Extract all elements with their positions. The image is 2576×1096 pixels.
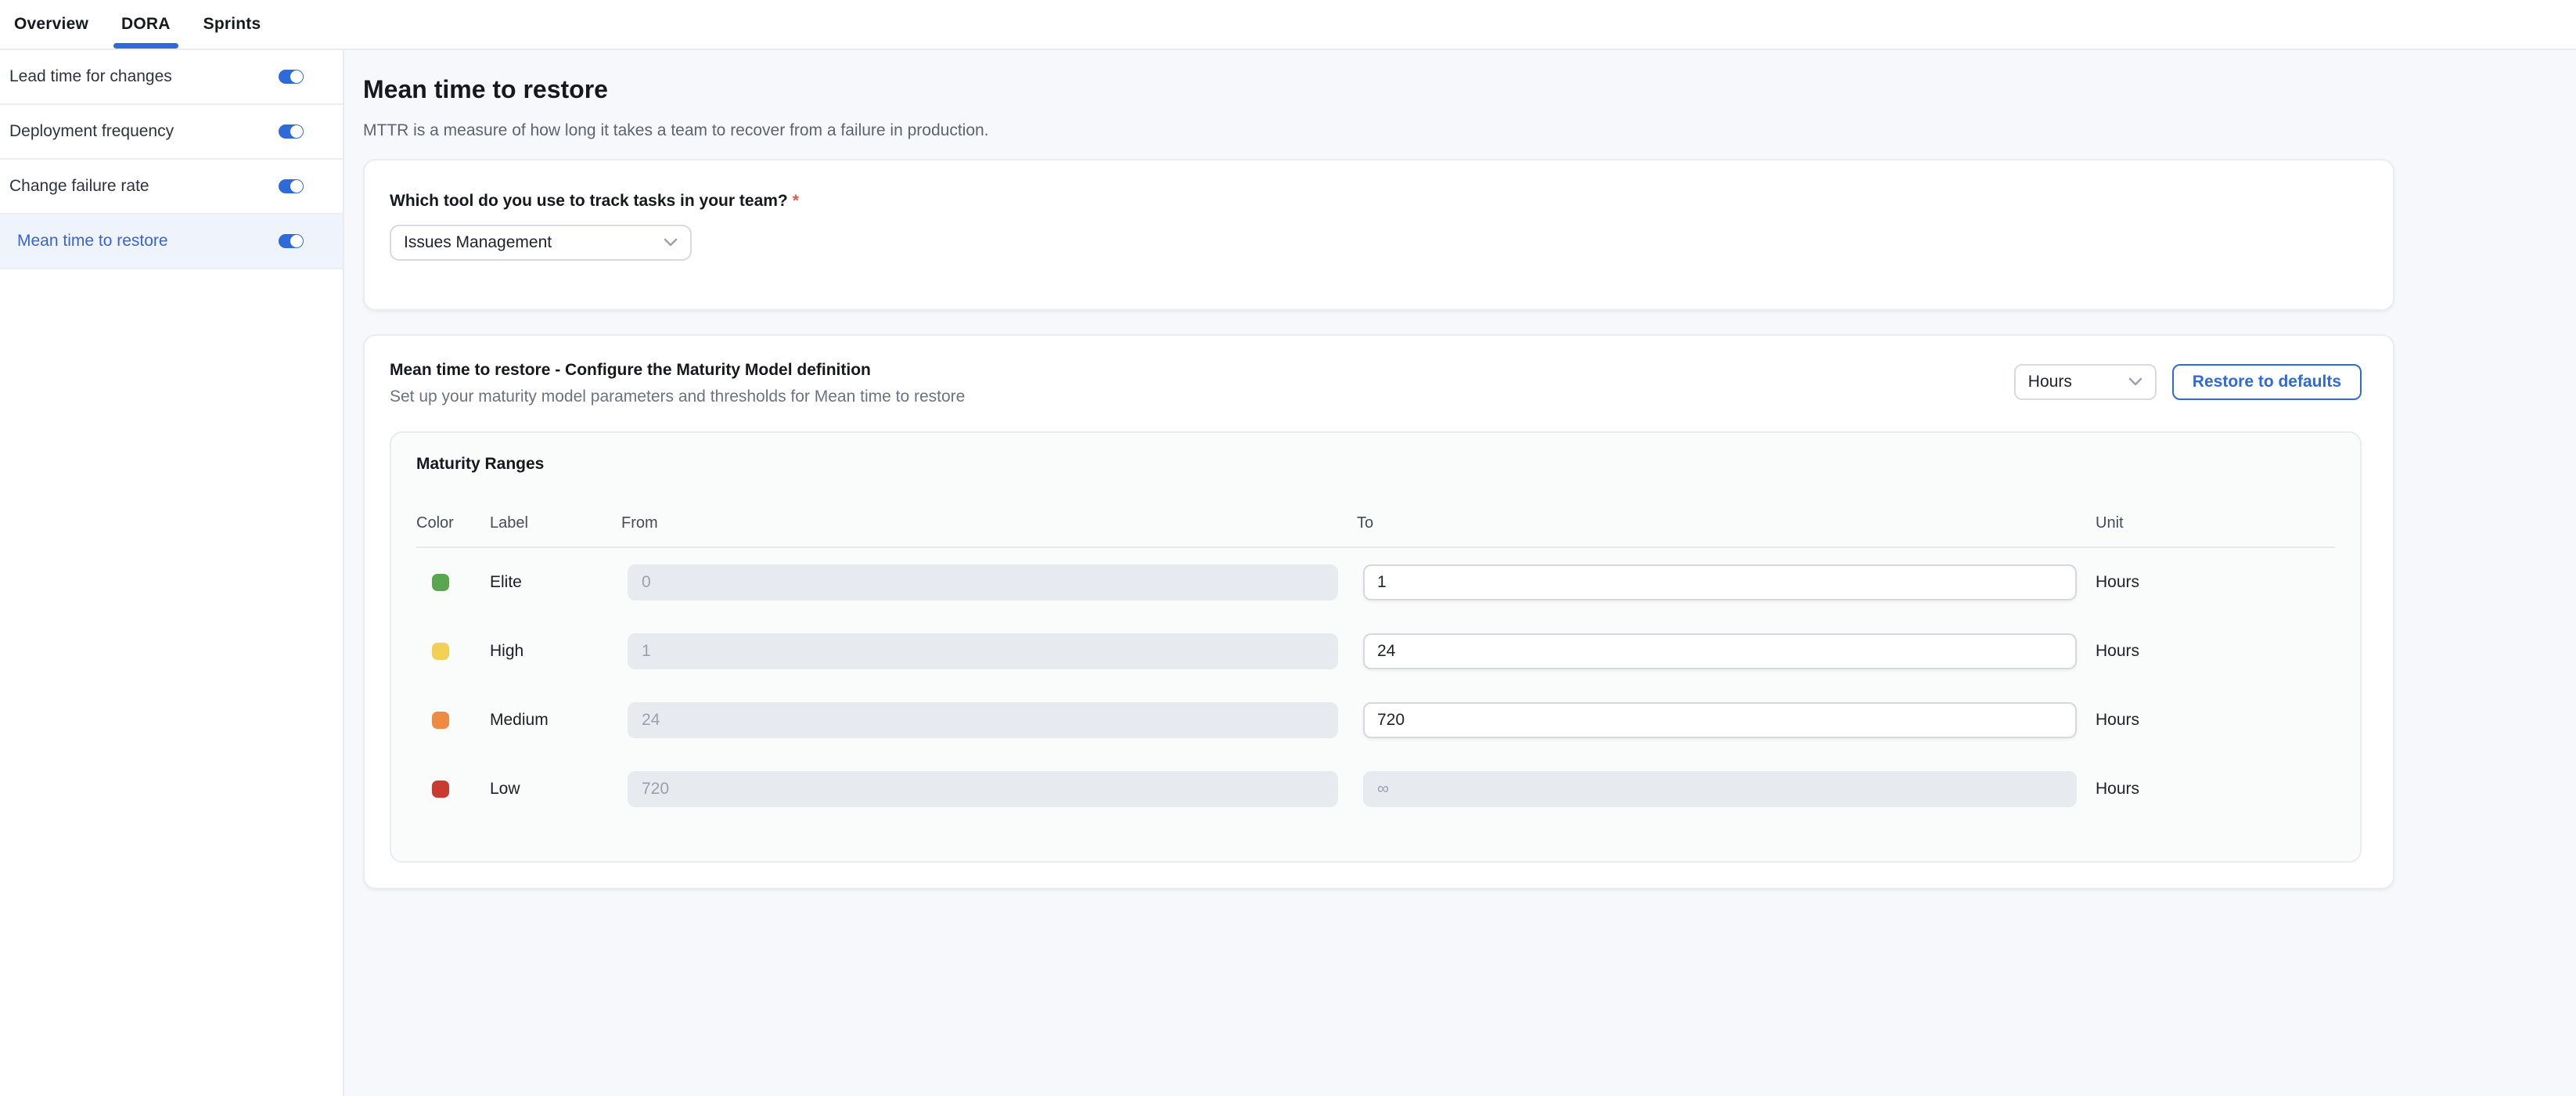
deployment-frequency-toggle[interactable] [279, 124, 304, 139]
required-asterisk: * [793, 192, 799, 210]
col-header-color: Color [416, 514, 490, 532]
unit-select-value: Hours [2028, 373, 2072, 391]
tool-select-value: Issues Management [404, 233, 552, 252]
tool-selection-card: Which tool do you use to track tasks in … [363, 159, 2394, 311]
tab-overview[interactable]: Overview [14, 0, 88, 49]
maturity-card-subtitle: Set up your maturity model parameters an… [390, 388, 965, 406]
low-from-input [628, 771, 1338, 807]
sidebar-item-lead-time-for-changes[interactable]: Lead time for changes [0, 50, 343, 105]
sidebar-item-label: Mean time to restore [17, 232, 168, 251]
chevron-down-icon [664, 238, 678, 247]
tab-dora[interactable]: DORA [121, 0, 171, 49]
range-label: High [490, 642, 621, 661]
maturity-ranges-title: Maturity Ranges [416, 455, 2335, 474]
range-label: Low [490, 780, 621, 799]
page-title: Mean time to restore [363, 75, 2576, 104]
unit-label: Hours [2096, 780, 2335, 799]
sidebar-item-label: Lead time for changes [9, 67, 172, 86]
medium-color-swatch [432, 712, 449, 729]
col-header-to: To [1357, 514, 2096, 532]
high-color-swatch [432, 643, 449, 660]
unit-label: Hours [2096, 573, 2335, 592]
elite-from-input [628, 564, 1338, 600]
table-row-medium: Medium Hours [416, 686, 2335, 755]
ranges-table-header: Color Label From To Unit [416, 514, 2335, 548]
high-to-input[interactable] [1363, 633, 2077, 669]
unit-label: Hours [2096, 711, 2335, 730]
medium-to-input[interactable] [1363, 702, 2077, 738]
table-row-high: High Hours [416, 617, 2335, 686]
maturity-card-actions: Hours Restore to defaults [2014, 364, 2362, 400]
page-description: MTTR is a measure of how long it takes a… [363, 121, 2576, 140]
maturity-card-title: Mean time to restore - Configure the Mat… [390, 361, 965, 380]
table-row-low: Low Hours [416, 755, 2335, 824]
sidebar-item-mean-time-to-restore[interactable]: Mean time to restore [0, 215, 343, 269]
maturity-card-header: Mean time to restore - Configure the Mat… [390, 361, 2362, 406]
unit-select[interactable]: Hours [2014, 364, 2157, 400]
col-header-unit: Unit [2096, 514, 2335, 532]
sidebar-item-label: Change failure rate [9, 177, 149, 196]
sidebar-item-deployment-frequency[interactable]: Deployment frequency [0, 105, 343, 160]
tab-sprints[interactable]: Sprints [203, 0, 261, 49]
range-label: Elite [490, 573, 621, 592]
tool-question-label: Which tool do you use to track tasks in … [390, 192, 2362, 211]
elite-to-input[interactable] [1363, 564, 2077, 600]
range-label: Medium [490, 711, 621, 730]
low-to-input [1363, 771, 2077, 807]
change-failure-rate-toggle[interactable] [279, 179, 304, 193]
unit-label: Hours [2096, 642, 2335, 661]
col-header-from: From [621, 514, 1357, 532]
sidebar-item-label: Deployment frequency [9, 122, 174, 141]
elite-color-swatch [432, 574, 449, 591]
lead-time-toggle[interactable] [279, 70, 304, 84]
maturity-model-card: Mean time to restore - Configure the Mat… [363, 334, 2394, 889]
tool-select[interactable]: Issues Management [390, 225, 692, 261]
table-row-elite: Elite Hours [416, 548, 2335, 617]
col-header-label: Label [490, 514, 621, 532]
restore-to-defaults-button[interactable]: Restore to defaults [2172, 364, 2362, 400]
top-tab-bar: Overview DORA Sprints [0, 0, 2576, 50]
low-color-swatch [432, 781, 449, 798]
high-from-input [628, 633, 1338, 669]
main-content: Mean time to restore MTTR is a measure o… [344, 50, 2576, 1096]
medium-from-input [628, 702, 1338, 738]
chevron-down-icon [2128, 377, 2142, 387]
sidebar-item-change-failure-rate[interactable]: Change failure rate [0, 160, 343, 215]
maturity-ranges-panel: Maturity Ranges Color Label From To Unit… [390, 431, 2362, 863]
mean-time-to-restore-toggle[interactable] [279, 234, 304, 248]
metrics-sidebar: Lead time for changes Deployment frequen… [0, 50, 344, 1096]
